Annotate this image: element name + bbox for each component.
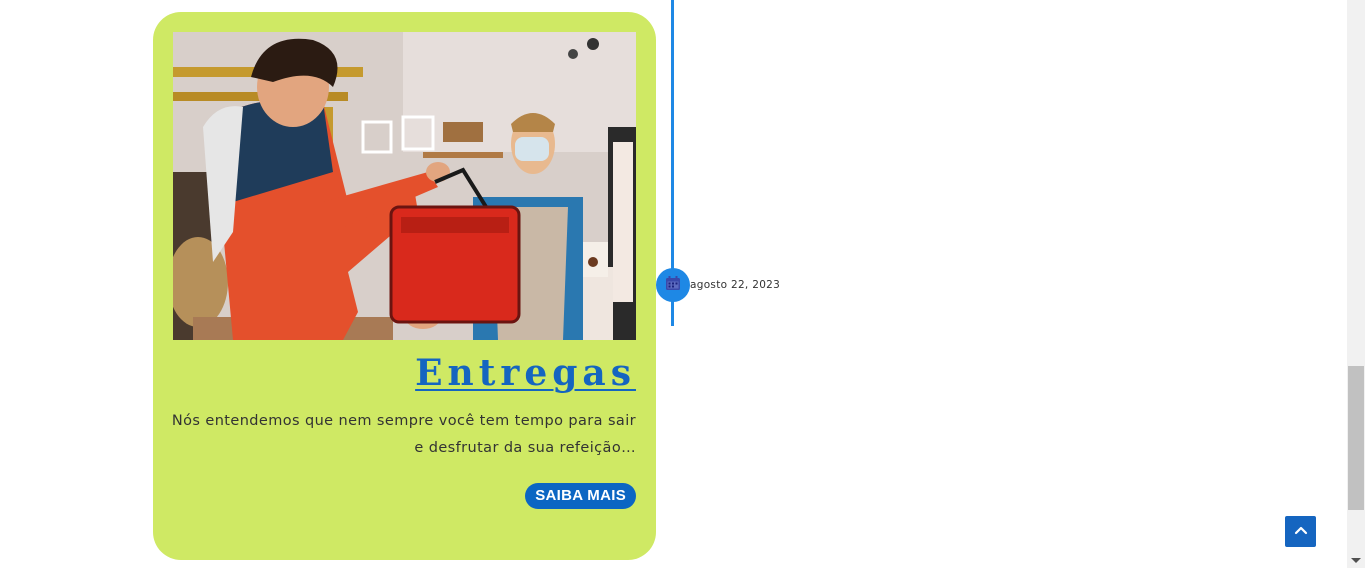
chevron-up-icon <box>1293 522 1309 542</box>
post-image[interactable] <box>173 32 636 340</box>
back-to-top-button[interactable] <box>1285 516 1316 547</box>
post-card: Entregas Nós entendemos que nem sempre v… <box>153 12 656 560</box>
timeline-marker <box>656 268 690 302</box>
scroll-down-arrow-icon[interactable] <box>1351 558 1361 563</box>
post-date: agosto 22, 2023 <box>690 279 781 291</box>
scrollbar-thumb[interactable] <box>1348 366 1364 510</box>
post-excerpt: Nós entendemos que nem sempre você tem t… <box>171 413 636 456</box>
post-title-link[interactable]: Entregas <box>415 352 636 394</box>
calendar-icon <box>665 275 681 295</box>
read-more-button[interactable]: SAIBA MAIS <box>525 483 636 509</box>
